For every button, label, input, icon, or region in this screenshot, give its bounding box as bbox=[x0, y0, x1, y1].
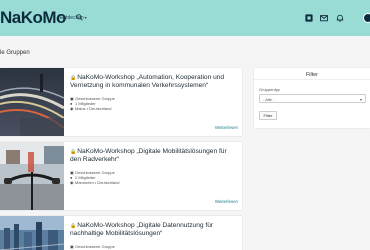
chevron-down-icon: ▾ bbox=[359, 96, 362, 102]
mail-icon[interactable] bbox=[320, 14, 328, 22]
top-navigation-bar: NaKoMo Entdecken▾ bbox=[0, 0, 370, 36]
group-card[interactable]: 🔒NaKoMo-Workshop „Digitale Mobilitätslös… bbox=[0, 142, 242, 210]
group-title[interactable]: 🔒NaKoMo-Workshop „Digitale Mobilitätslös… bbox=[70, 148, 238, 164]
user-avatar[interactable] bbox=[363, 13, 370, 23]
search-icon[interactable] bbox=[76, 14, 83, 21]
lock-icon: 🔒 bbox=[70, 149, 77, 155]
group-location: ◉ Mainz • Deutschland bbox=[70, 106, 112, 111]
site-logo[interactable]: NaKoMo bbox=[0, 8, 66, 28]
group-type-select[interactable]: - Alle - ▾ bbox=[259, 94, 366, 103]
filter-submit-button[interactable]: Filter bbox=[259, 111, 277, 120]
group-image[interactable] bbox=[0, 142, 64, 210]
filter-title: Filter bbox=[306, 72, 318, 78]
group-image[interactable] bbox=[0, 68, 64, 136]
page-title: le Gruppen bbox=[0, 50, 30, 56]
group-card[interactable]: 🔒NaKoMo-Workshop „Digitale Datennutzung … bbox=[0, 216, 242, 250]
lock-icon: 🔒 bbox=[70, 75, 77, 81]
group-card[interactable]: 🔒NaKoMo-Workshop „Automation, Kooperatio… bbox=[0, 68, 242, 136]
read-more-link[interactable]: Weiterlesen bbox=[215, 125, 238, 130]
bell-icon[interactable] bbox=[336, 14, 344, 22]
group-title[interactable]: 🔒NaKoMo-Workshop „Automation, Kooperatio… bbox=[70, 74, 238, 90]
dashboard-icon[interactable] bbox=[305, 14, 313, 22]
group-location: ◉ Mannheim • Deutschland bbox=[70, 180, 120, 185]
lock-icon: 🔒 bbox=[70, 223, 77, 229]
chevron-down-icon: ▾ bbox=[84, 15, 87, 20]
filter-divider bbox=[254, 79, 370, 80]
filter-panel: Filter Gruppentyp - Alle - ▾ Filter bbox=[254, 68, 370, 128]
group-type-label: Gruppentyp bbox=[259, 87, 280, 92]
group-title[interactable]: 🔒NaKoMo-Workshop „Digitale Datennutzung … bbox=[70, 222, 238, 238]
read-more-link[interactable]: Weiterlesen bbox=[215, 199, 238, 204]
group-image[interactable] bbox=[0, 216, 64, 250]
group-type: ▣Geschlossene Gruppe bbox=[70, 244, 115, 249]
group-type-select-value: - Alle - bbox=[263, 96, 275, 102]
